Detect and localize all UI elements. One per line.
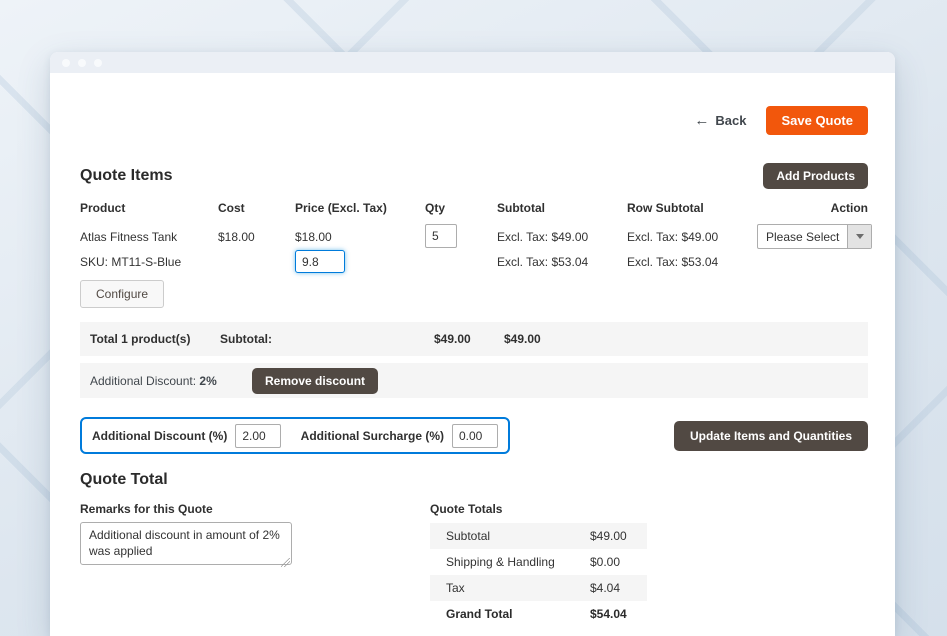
qty-cell: [425, 224, 497, 308]
action-select[interactable]: Please Select: [757, 224, 872, 249]
totals-row-shipping: Shipping & Handling $0.00: [430, 549, 647, 575]
quote-totals-title: Quote Totals: [430, 502, 647, 516]
subtotal-excl-tax: Excl. Tax: $49.00: [497, 224, 627, 249]
page-content: ← Back Save Quote Quote Items Add Produc…: [50, 106, 895, 627]
subtotal-value-1: $49.00: [434, 332, 471, 346]
cost-value: $18.00: [218, 224, 295, 249]
back-arrow-icon: ←: [694, 113, 709, 128]
column-product: Product: [80, 201, 218, 215]
surcharge-percent-label: Additional Surcharge (%): [301, 429, 444, 443]
column-qty: Qty: [425, 201, 497, 215]
totals-row-grand-total: Grand Total $54.04: [430, 601, 647, 627]
app-window: ← Back Save Quote Quote Items Add Produc…: [50, 52, 895, 636]
row-subtotal-excl-tax-2: Excl. Tax: $53.04: [627, 249, 757, 274]
totals-row-tax: Tax $4.04: [430, 575, 647, 601]
remarks-textarea[interactable]: Additional discount in amount of 2% was …: [80, 522, 292, 565]
subtotal-cell: Excl. Tax: $49.00 Excl. Tax: $53.04: [497, 224, 627, 308]
quote-totals-table: Subtotal $49.00 Shipping & Handling $0.0…: [430, 523, 647, 627]
action-select-value: Please Select: [758, 225, 847, 248]
product-sku: SKU: MT11-S-Blue: [80, 249, 218, 274]
items-table-header: Product Cost Price (Excl. Tax) Qty Subto…: [80, 201, 868, 215]
table-row: Atlas Fitness Tank SKU: MT11-S-Blue Conf…: [80, 224, 868, 308]
price-value: $18.00: [295, 224, 425, 249]
discount-surcharge-box: Additional Discount (%) Additional Surch…: [80, 417, 510, 454]
subtotal-value-2: $49.00: [504, 332, 541, 346]
subtotal-excl-tax-2: Excl. Tax: $53.04: [497, 249, 627, 274]
window-titlebar: [50, 52, 895, 73]
items-totals-bar: Total 1 product(s) Subtotal: $49.00 $49.…: [80, 322, 868, 356]
discount-percent-label: Additional Discount (%): [92, 429, 227, 443]
column-action: Action: [757, 201, 868, 215]
quote-total-title: Quote Total: [80, 471, 868, 489]
update-items-button[interactable]: Update Items and Quantities: [674, 421, 868, 451]
qty-input[interactable]: [425, 224, 457, 248]
window-control-dot[interactable]: [78, 59, 86, 67]
action-cell: Please Select: [757, 224, 872, 308]
additional-discount-value: 2%: [199, 374, 216, 388]
configure-button[interactable]: Configure: [80, 280, 164, 308]
remarks-label: Remarks for this Quote: [80, 502, 292, 516]
product-name: Atlas Fitness Tank: [80, 224, 218, 249]
column-price: Price (Excl. Tax): [295, 201, 425, 215]
subtotal-label: Subtotal:: [220, 332, 272, 346]
quote-items-title: Quote Items: [80, 167, 172, 185]
add-products-button[interactable]: Add Products: [763, 163, 868, 189]
quote-total-section: Remarks for this Quote Additional discou…: [80, 489, 868, 627]
price-cell: $18.00: [295, 224, 425, 308]
row-subtotal-cell: Excl. Tax: $49.00 Excl. Tax: $53.04: [627, 224, 757, 308]
applied-discount-bar: Additional Discount: 2% Remove discount: [80, 363, 868, 398]
column-row-subtotal: Row Subtotal: [627, 201, 757, 215]
additional-discount-label: Additional Discount:: [90, 374, 196, 388]
remove-discount-button[interactable]: Remove discount: [252, 368, 378, 394]
remarks-column: Remarks for this Quote Additional discou…: [80, 489, 292, 627]
column-subtotal: Subtotal: [497, 201, 627, 215]
row-subtotal-excl-tax: Excl. Tax: $49.00: [627, 224, 757, 249]
back-button[interactable]: ← Back: [694, 113, 746, 128]
surcharge-percent-input[interactable]: [452, 424, 498, 448]
column-cost: Cost: [218, 201, 295, 215]
adjustments-row: Additional Discount (%) Additional Surch…: [80, 417, 868, 454]
discount-percent-input[interactable]: [235, 424, 281, 448]
window-control-dot[interactable]: [94, 59, 102, 67]
price-input[interactable]: [295, 250, 345, 273]
window-control-dot[interactable]: [62, 59, 70, 67]
back-label: Back: [715, 113, 746, 128]
cost-cell: $18.00: [218, 224, 295, 308]
total-products-label: Total 1 product(s): [90, 332, 190, 346]
product-cell: Atlas Fitness Tank SKU: MT11-S-Blue Conf…: [80, 224, 218, 308]
totals-row-subtotal: Subtotal $49.00: [430, 523, 647, 549]
page-actions: ← Back Save Quote: [80, 106, 868, 135]
save-quote-button[interactable]: Save Quote: [766, 106, 868, 135]
chevron-down-icon: [847, 225, 871, 248]
quote-totals-column: Quote Totals Subtotal $49.00 Shipping & …: [430, 489, 647, 627]
quote-items-header: Quote Items Add Products: [80, 163, 868, 189]
